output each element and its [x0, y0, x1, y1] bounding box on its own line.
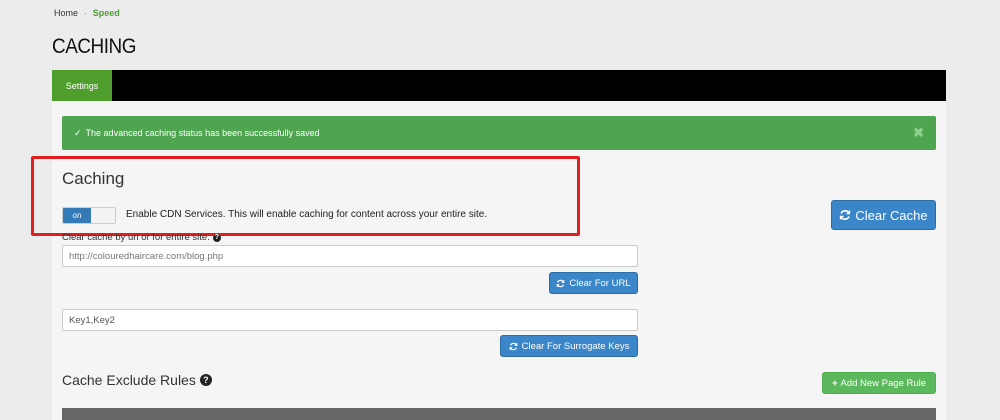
add-page-rule-button[interactable]: + Add New Page Rule — [822, 372, 936, 394]
refresh-icon — [509, 342, 518, 351]
refresh-icon — [839, 209, 851, 221]
clear-cache-button[interactable]: Clear Cache — [831, 200, 936, 230]
refresh-icon — [556, 279, 565, 288]
url-input[interactable]: http://colouredhaircare.com/blog.php — [62, 245, 638, 267]
clear-surrogate-keys-label: Clear For Surrogate Keys — [521, 340, 630, 352]
close-icon[interactable]: ✖ — [913, 125, 924, 141]
breadcrumb: Home · Speed — [54, 8, 120, 18]
rules-table-header — [62, 408, 936, 420]
clear-url-label-text: Clear cache by url or for entire site. — [62, 232, 210, 243]
breadcrumb-home-link[interactable]: Home — [54, 8, 78, 18]
highlight-box — [31, 156, 580, 236]
surrogate-keys-input[interactable]: Key1,Key2 — [62, 309, 638, 331]
alert-message: The advanced caching status has been suc… — [85, 128, 320, 138]
tab-settings[interactable]: Settings — [52, 70, 112, 101]
add-page-rule-label: Add New Page Rule — [840, 377, 927, 389]
check-icon: ✓ — [74, 127, 82, 138]
success-alert: ✓ The advanced caching status has been s… — [62, 116, 936, 150]
exclude-rules-title: Cache Exclude Rules ? — [62, 372, 212, 388]
breadcrumb-current: Speed — [92, 8, 120, 18]
clear-for-url-button[interactable]: Clear For URL — [549, 272, 638, 294]
clear-url-label: Clear cache by url or for entire site. ? — [62, 232, 221, 243]
help-icon[interactable]: ? — [212, 233, 221, 242]
breadcrumb-separator: · — [84, 8, 87, 18]
tab-bar: Settings — [52, 70, 946, 101]
clear-for-url-label: Clear For URL — [569, 277, 631, 289]
clear-cache-label: Clear Cache — [855, 207, 928, 223]
clear-surrogate-keys-button[interactable]: Clear For Surrogate Keys — [500, 335, 638, 357]
help-icon[interactable]: ? — [199, 374, 212, 386]
page-title: CACHING — [52, 35, 137, 58]
exclude-rules-title-text: Cache Exclude Rules — [62, 372, 196, 388]
plus-icon: + — [831, 377, 838, 389]
